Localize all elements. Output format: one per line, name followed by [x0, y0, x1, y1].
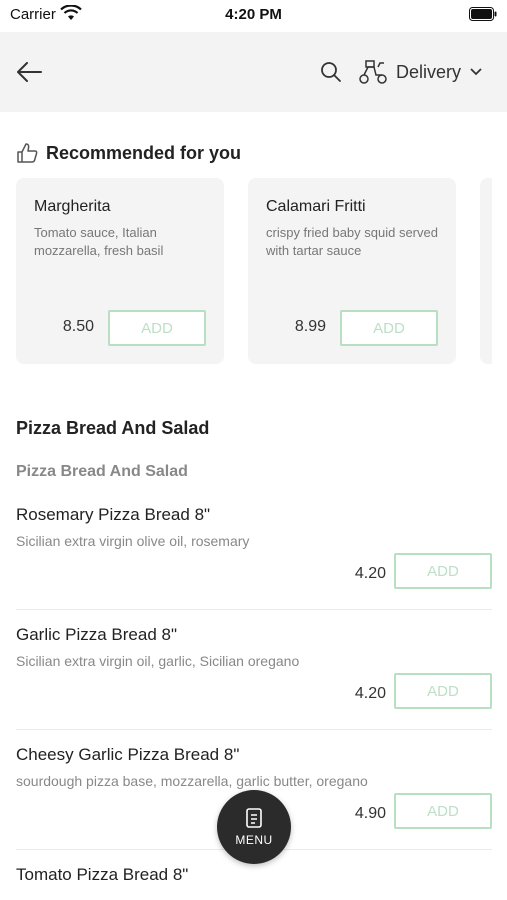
item-price: 4.20 — [354, 685, 386, 702]
item-description: sourdough pizza base, mozzarella, garlic… — [16, 773, 368, 789]
item-name: Margherita — [34, 198, 111, 215]
recommended-title: Recommended for you — [46, 142, 242, 163]
status-bar: Carrier 4:20 PM — [0, 0, 507, 30]
item-price: 4.20 — [354, 565, 386, 582]
item-price: 8.50 — [62, 318, 94, 335]
section-subtitle: Pizza Bread And Salad — [16, 463, 188, 480]
item-description: Tomato sauce, Italian mozzarella, fresh … — [34, 225, 164, 258]
top-bar: Delivery — [0, 32, 507, 112]
search-button[interactable] — [318, 58, 344, 86]
menu-label: MENU — [235, 833, 273, 847]
scooter-icon — [359, 60, 387, 84]
item-name: Tomato Pizza Bread 8" — [16, 865, 189, 884]
divider — [16, 609, 492, 610]
item-price: 8.99 — [294, 318, 326, 335]
clock: 4:20 PM — [225, 6, 282, 23]
recommended-header: Recommended for you — [16, 142, 241, 164]
add-button[interactable]: ADD — [108, 310, 206, 346]
add-button[interactable]: ADD — [394, 673, 492, 709]
thumbs-up-icon — [17, 143, 38, 163]
delivery-label: Delivery — [396, 61, 462, 82]
add-button[interactable]: ADD — [394, 793, 492, 829]
delivery-selector[interactable]: Delivery — [358, 56, 483, 88]
recommended-card[interactable]: Calamari Fritti crispy fried baby squid … — [248, 178, 456, 364]
list-item[interactable]: Garlic Pizza Bread 8" Sicilian extra vir… — [16, 625, 492, 745]
recommended-card[interactable]: Margherita Tomato sauce, Italian mozzare… — [16, 178, 224, 364]
list-item[interactable]: Rosemary Pizza Bread 8" Sicilian extra v… — [16, 505, 492, 625]
item-name: Calamari Fritti — [266, 198, 366, 215]
item-price: 4.90 — [354, 805, 386, 822]
item-description: crispy fried baby squid served with tart… — [266, 225, 438, 258]
back-button[interactable] — [14, 58, 44, 86]
arrow-left-icon — [17, 62, 42, 82]
divider — [16, 729, 492, 730]
item-description: Sicilian extra virgin olive oil, rosemar… — [16, 533, 250, 549]
chevron-down-icon — [470, 68, 482, 76]
battery-icon — [469, 7, 497, 21]
menu-book-icon — [246, 808, 262, 828]
item-name: Rosemary Pizza Bread 8" — [16, 505, 211, 524]
item-name: Cheesy Garlic Pizza Bread 8" — [16, 745, 240, 764]
add-button[interactable]: ADD — [340, 310, 438, 346]
item-name: Garlic Pizza Bread 8" — [16, 625, 177, 644]
menu-button[interactable]: MENU — [217, 790, 291, 864]
list-item[interactable]: Tomato Pizza Bread 8" — [16, 865, 492, 900]
recommended-carousel[interactable]: Margherita Tomato sauce, Italian mozzare… — [16, 178, 492, 368]
item-description: Sicilian extra virgin oil, garlic, Sicil… — [16, 653, 300, 669]
search-icon — [321, 62, 341, 82]
recommended-card-partial[interactable] — [480, 178, 492, 364]
add-button[interactable]: ADD — [394, 553, 492, 589]
section-title: Pizza Bread And Salad — [16, 418, 210, 438]
